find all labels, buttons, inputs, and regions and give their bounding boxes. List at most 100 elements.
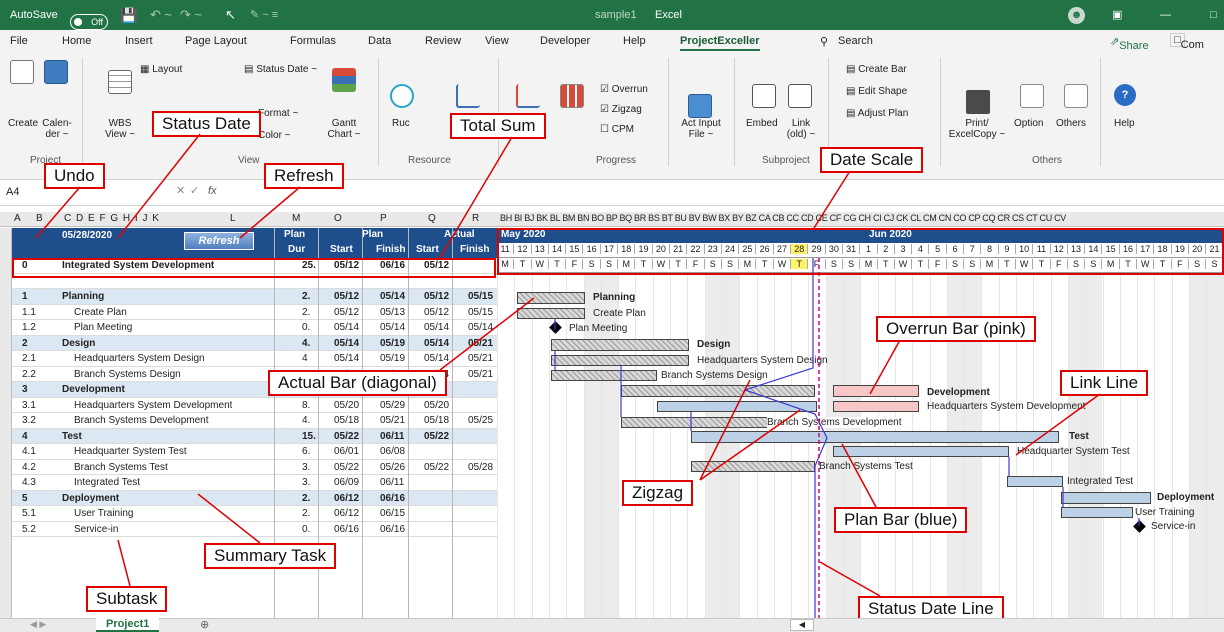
format-button[interactable]: Format ~ (258, 108, 298, 119)
actual-finish[interactable]: 05/25 (468, 413, 493, 428)
task-name[interactable]: Integrated Test (74, 475, 140, 490)
tab-review[interactable]: Review (425, 35, 461, 47)
plan-start[interactable]: 05/20 (334, 398, 359, 413)
plan-start[interactable]: 06/09 (334, 475, 359, 490)
task-name[interactable]: User Training (74, 506, 133, 521)
plan-duration[interactable]: 2. (302, 506, 310, 521)
plan-start[interactable]: 05/12 (334, 289, 359, 304)
minimize-icon[interactable]: — (1160, 0, 1171, 30)
task-row[interactable]: 5.2 Service-in 0. 06/16 06/16 (12, 522, 497, 537)
plan-start[interactable]: 06/01 (334, 444, 359, 459)
task-name[interactable]: Branch Systems Test (74, 460, 168, 475)
task-row[interactable]: 1.1 Create Plan 2. 05/12 05/13 05/12 05/15 (12, 305, 497, 320)
actual-start[interactable]: 05/14 (424, 336, 449, 351)
actual-start[interactable]: 05/22 (424, 429, 449, 444)
task-name[interactable]: Design (62, 336, 95, 351)
others-button[interactable]: Others (1056, 118, 1086, 129)
task-name[interactable]: Branch Systems Design (74, 367, 181, 382)
search-box[interactable]: Search (838, 35, 873, 47)
plan-duration[interactable]: 3. (302, 475, 310, 490)
task-row[interactable]: 2.1 Headquarters System Design 4 05/14 05/19… (12, 351, 497, 367)
plan-finish[interactable]: 05/29 (380, 398, 405, 413)
task-id[interactable]: 3.1 (22, 398, 36, 413)
sheet-tab-project1[interactable]: Project1 (96, 618, 160, 632)
plan-finish[interactable]: 05/21 (380, 413, 405, 428)
plan-duration[interactable]: 0. (302, 522, 310, 537)
plan-duration[interactable]: 3. (302, 460, 310, 475)
plan-duration[interactable]: 4 (302, 351, 308, 366)
task-id[interactable]: 1.2 (22, 320, 36, 335)
task-name[interactable]: Create Plan (74, 305, 127, 320)
tab-developer[interactable]: Developer (540, 35, 590, 47)
color-button[interactable]: Color ~ (258, 130, 291, 141)
refresh-button[interactable]: Refresh (184, 232, 254, 250)
actual-finish[interactable]: 05/15 (468, 289, 493, 304)
plan-finish[interactable]: 06/08 (380, 444, 405, 459)
maximize-icon[interactable]: □ (1210, 0, 1217, 30)
col-a[interactable]: A (14, 213, 21, 224)
plan-finish[interactable]: 05/14 (380, 320, 405, 335)
task-id[interactable]: 5.2 (22, 522, 36, 537)
task-id[interactable]: 5.1 (22, 506, 36, 521)
actual-start[interactable]: 05/18 (424, 413, 449, 428)
plan-duration[interactable]: 2. (302, 491, 310, 506)
task-name[interactable]: Headquarters System Development (74, 398, 232, 413)
overrun-checkbox[interactable]: ☑ Overrun (600, 84, 648, 95)
col-c-k[interactable]: C D E F G H I J K (64, 213, 160, 224)
edit-shape-button[interactable]: ▤ Edit Shape (846, 86, 907, 97)
tab-data[interactable]: Data (368, 35, 391, 47)
link-old-button[interactable]: Link (old) ~ (782, 118, 820, 140)
plan-duration[interactable]: 0. (302, 320, 310, 335)
name-box[interactable]: A4 (6, 186, 19, 198)
plan-start[interactable]: 05/14 (334, 320, 359, 335)
task-id[interactable]: 1 (22, 289, 28, 304)
plan-finish[interactable]: 06/16 (380, 522, 405, 537)
task-row[interactable]: 1.2 Plan Meeting 0. 05/14 05/14 05/14 05/14 (12, 320, 497, 336)
add-sheet-icon[interactable]: ⊕ (200, 618, 209, 631)
task-id[interactable]: 4.3 (22, 475, 36, 490)
summary-task-row[interactable]: 4 Test 15. 05/22 06/11 05/22 (12, 428, 497, 444)
embed-button[interactable]: Embed (746, 118, 778, 129)
task-row[interactable]: 4.3 Integrated Test 3. 06/09 06/11 (12, 475, 497, 491)
print-excelcopy-button[interactable]: Print/ ExcelCopy ~ (946, 118, 1008, 140)
tab-insert[interactable]: Insert (125, 35, 153, 47)
plan-finish[interactable]: 05/19 (380, 351, 405, 366)
help-button[interactable]: Help (1114, 118, 1135, 129)
task-row[interactable]: 4.1 Headquarter System Test 6. 06/01 06/08 (12, 444, 497, 460)
summary-task-row[interactable]: 1 Planning 2. 05/12 05/14 05/12 05/15 (12, 289, 497, 305)
plan-start[interactable]: 05/22 (334, 460, 359, 475)
prev-sheet-icon[interactable]: ◀ ▶ (30, 619, 46, 630)
actual-start[interactable]: 05/12 (424, 289, 449, 304)
task-id[interactable]: 1.1 (22, 305, 36, 320)
task-row[interactable]: 3.1 Headquarters System Development 8. 05/2… (12, 398, 497, 413)
plan-start[interactable]: 05/12 (334, 305, 359, 320)
actual-finish[interactable]: 05/28 (468, 460, 493, 475)
ribbon-display-icon[interactable]: ▣ (1112, 0, 1122, 30)
enter-icon[interactable]: ✓ (190, 184, 199, 197)
plan-finish[interactable]: 05/19 (380, 336, 405, 351)
tab-view[interactable]: View (485, 35, 509, 47)
layout-button[interactable]: ▦ Layout (140, 64, 182, 75)
plan-start[interactable]: 05/22 (334, 429, 359, 444)
task-name[interactable]: Headquarters System Design (74, 351, 205, 366)
task-id[interactable]: 5 (22, 491, 28, 506)
wbs-view-button[interactable]: WBS View ~ (100, 118, 140, 140)
plan-finish[interactable]: 05/13 (380, 305, 405, 320)
plan-finish[interactable]: 06/15 (380, 506, 405, 521)
col-q[interactable]: Q (428, 213, 436, 224)
plan-start[interactable]: 05/14 (334, 351, 359, 366)
cpm-checkbox[interactable]: ☐ CPM (600, 124, 634, 135)
comments-button[interactable]: □ Com (1170, 33, 1204, 51)
qat-more-icon[interactable]: ✎ ~ ≡ (250, 0, 278, 30)
col-o[interactable]: O (334, 213, 342, 224)
tab-help[interactable]: Help (623, 35, 646, 47)
actual-finish[interactable]: 05/21 (468, 351, 493, 366)
task-id[interactable]: 3 (22, 382, 28, 397)
resource-button[interactable]: Ruc (392, 118, 410, 129)
actual-finish[interactable]: 05/21 (468, 336, 493, 351)
task-id[interactable]: 2 (22, 336, 28, 351)
plan-duration[interactable]: 4. (302, 413, 310, 428)
col-p[interactable]: P (380, 213, 387, 224)
task-name[interactable]: Test (62, 429, 82, 444)
option-button[interactable]: Option (1014, 118, 1043, 129)
